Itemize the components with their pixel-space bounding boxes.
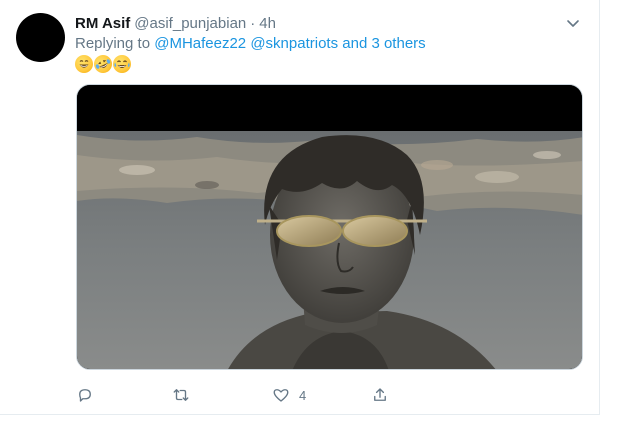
user-handle[interactable]: @asif_punjabian [134, 15, 246, 32]
tweet[interactable]: RM Asif @asif_punjabian · 4h Replying to… [0, 0, 600, 415]
rolling-laughing-icon [91, 52, 115, 76]
replying-to-label: Replying to [75, 35, 155, 52]
tweet-text [75, 52, 131, 76]
others-link[interactable]: and 3 others [342, 35, 425, 52]
heart-icon [273, 389, 289, 402]
like-count: 4 [299, 387, 307, 403]
avatar[interactable] [16, 13, 65, 62]
replying-to: Replying to @MHafeez22 @sknpatriots and … [75, 35, 426, 52]
share-button[interactable] [371, 384, 398, 406]
timestamp[interactable]: 4h [259, 15, 276, 32]
tweet-photo[interactable] [76, 84, 583, 370]
display-name[interactable]: RM Asif [75, 15, 130, 32]
tweet-actions: 4 [76, 384, 506, 406]
separator: · [250, 14, 256, 32]
tears-of-joy-icon [113, 55, 131, 73]
share-icon [374, 388, 386, 401]
mention-link[interactable]: @sknpatriots [250, 35, 338, 52]
like-button[interactable]: 4 [272, 384, 306, 406]
reply-icon [79, 389, 91, 402]
retweet-button[interactable] [172, 384, 199, 406]
retweet-icon [173, 389, 189, 401]
reply-button[interactable] [76, 384, 103, 406]
grinning-face-icon [75, 55, 93, 73]
tweet-header: RM Asif @asif_punjabian · 4h [75, 13, 276, 33]
chevron-down-icon[interactable] [565, 15, 581, 31]
mention-link[interactable]: @MHafeez22 [154, 35, 246, 52]
